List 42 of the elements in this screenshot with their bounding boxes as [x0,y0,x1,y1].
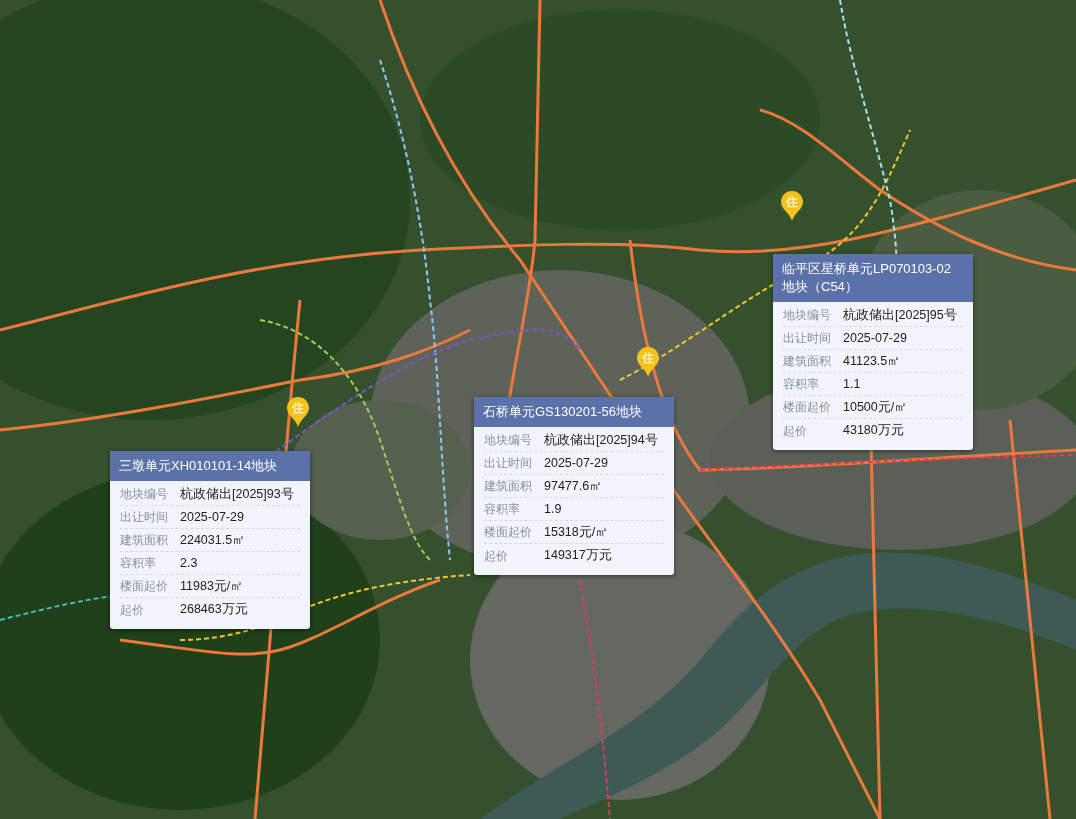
field-value: 43180万元 [843,422,904,440]
field-label: 地块编号 [484,432,533,449]
field-value: 11983元/㎡ [180,577,244,595]
map-marker[interactable]: 住 [637,347,659,377]
field-value: 2025-07-29 [843,329,907,347]
field-value: 2025-07-29 [544,454,608,472]
field-value: 杭政储出[2025]94号 [544,431,658,449]
field-label: 地块编号 [783,307,832,324]
field-value: 1.9 [544,500,562,518]
field-value: 41123.5㎡ [843,352,901,370]
field-value: 10500元/㎡ [843,398,908,416]
field-label: 楼面起价 [783,399,832,416]
field-label: 起价 [783,422,808,440]
field-value: 2025-07-29 [180,508,244,526]
field-label: 容积率 [120,555,157,572]
field-label: 建筑面积 [120,532,169,549]
field-value: 268463万元 [180,601,248,619]
map-marker[interactable]: 住 [781,191,803,221]
field-value: 149317万元 [544,547,612,565]
field-label: 起价 [484,547,509,565]
field-value: 杭政储出[2025]93号 [180,485,294,503]
field-label: 容积率 [484,501,521,518]
field-value: 1.1 [843,375,861,393]
field-label: 楼面起价 [484,524,533,541]
field-value: 224031.5㎡ [180,531,246,549]
field-value: 杭政储出[2025]95号 [843,306,957,324]
field-label: 起价 [120,601,145,619]
field-label: 出让时间 [120,509,169,526]
field-label: 出让时间 [484,455,533,472]
field-label: 楼面起价 [120,578,169,595]
field-label: 建筑面积 [484,478,533,495]
field-label: 出让时间 [783,330,832,347]
field-value: 97477.6㎡ [544,477,603,495]
field-value: 2.3 [180,554,198,572]
field-value: 15318元/㎡ [544,523,609,541]
popup-title: 临平区星桥单元LP070103-02 地块（C54） [773,254,973,302]
popup-title: 石桥单元GS130201-56地块 [474,397,674,427]
field-label: 建筑面积 [783,353,832,370]
popup-title: 三墩单元XH010101-14地块 [110,451,310,481]
map-marker[interactable]: 住 [287,397,309,427]
field-label: 容积率 [783,376,820,393]
field-label: 地块编号 [120,486,169,503]
